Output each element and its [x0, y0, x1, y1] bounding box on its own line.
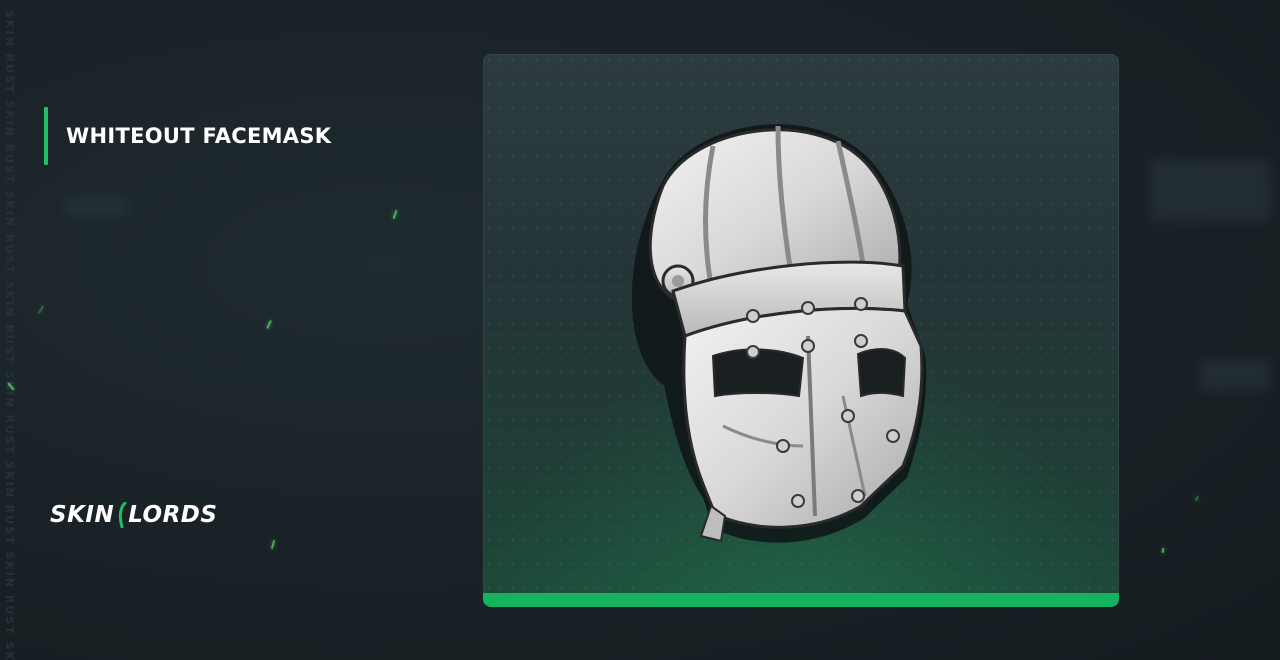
item-card[interactable]	[483, 54, 1119, 607]
green-spark	[1161, 547, 1165, 554]
logo-slash-icon	[119, 502, 127, 528]
green-spark	[1194, 495, 1200, 502]
rarity-bar	[483, 593, 1119, 607]
green-spark	[266, 319, 272, 330]
facemask-icon	[631, 124, 927, 543]
title-accent-bar	[44, 107, 48, 165]
green-spark	[37, 305, 45, 314]
logo-text-left: SKIN	[50, 502, 115, 528]
logo-text-right: LORDS	[128, 502, 218, 528]
green-spark	[392, 209, 398, 220]
skinlords-logo: SKIN LORDS	[50, 500, 217, 530]
side-watermark-strip: SKIN RUST SKIN RUST SKIN RUST SKIN RUST …	[0, 0, 20, 660]
item-title: WHITEOUT FACEMASK	[66, 124, 332, 148]
green-spark	[270, 539, 276, 550]
ghost-panel-right	[1150, 160, 1270, 220]
side-watermark-text: SKIN RUST SKIN RUST SKIN RUST SKIN RUST …	[3, 10, 16, 660]
ghost-label	[64, 196, 128, 216]
ghost-panel-right-2	[1200, 360, 1270, 390]
item-title-block: WHITEOUT FACEMASK	[44, 107, 331, 165]
